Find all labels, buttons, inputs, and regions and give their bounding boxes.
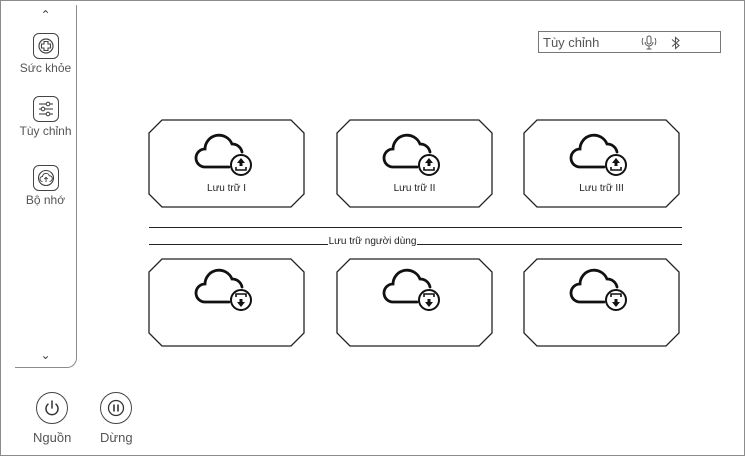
cloud-download-icon: [569, 268, 627, 311]
cloud-download-icon: [194, 268, 252, 311]
sidebar-item-label: Bộ nhớ: [25, 193, 66, 207]
health-plus-icon: [32, 33, 59, 59]
divider-top: [149, 227, 682, 228]
user-storage-label-text: Lưu trữ người dùng: [327, 236, 418, 247]
sidebar-item-memory[interactable]: Bộ nhớ: [15, 165, 76, 207]
storage-card-label: Lưu trữ III: [579, 183, 624, 194]
sliders-icon: [32, 96, 59, 122]
mode-label: Tùy chỉnh: [543, 35, 600, 50]
sidebar-item-custom[interactable]: Tùy chỉnh: [15, 96, 76, 138]
storage-card-label: Lưu trữ I: [207, 183, 246, 194]
storage-card-3[interactable]: Lưu trữ III: [523, 119, 680, 208]
storage-card-label: Lưu trữ II: [393, 183, 436, 194]
status-bar: Tùy chỉnh: [538, 31, 721, 53]
cloud-upload-icon: [382, 133, 440, 176]
sidebar-item-label: Tùy chỉnh: [19, 124, 72, 138]
app-frame: [0, 0, 745, 456]
power-icon: [36, 392, 69, 424]
cloud-upload-icon: [32, 165, 59, 191]
cloud-upload-icon: [569, 133, 627, 176]
microphone-icon: [640, 35, 658, 56]
user-storage-card-3[interactable]: [523, 258, 680, 347]
pause-label: Dừng: [100, 430, 133, 445]
user-storage-card-2[interactable]: [336, 258, 493, 347]
cloud-download-icon: [382, 268, 440, 311]
user-storage-card-1[interactable]: [148, 258, 305, 347]
power-label: Nguồn: [33, 430, 72, 445]
bluetooth-icon: [670, 35, 682, 56]
power-button[interactable]: Nguồn: [33, 392, 71, 445]
pause-button[interactable]: Dừng: [100, 392, 133, 445]
scroll-down-chevron-icon[interactable]: ⌄: [40, 349, 50, 361]
sidebar-item-label: Sức khỏe: [19, 61, 72, 75]
storage-card-1[interactable]: Lưu trữ I: [148, 119, 305, 208]
user-storage-section-label: Lưu trữ người dùng: [0, 236, 745, 247]
sidebar-item-health[interactable]: Sức khỏe: [15, 33, 76, 75]
sidebar: ⌃ Sức khỏe Tùy chỉnh Bộ nhớ ⌄: [15, 5, 77, 368]
cloud-upload-icon: [194, 133, 252, 176]
storage-card-2[interactable]: Lưu trữ II: [336, 119, 493, 208]
scroll-up-chevron-icon[interactable]: ⌃: [40, 9, 50, 21]
pause-icon: [100, 392, 133, 424]
